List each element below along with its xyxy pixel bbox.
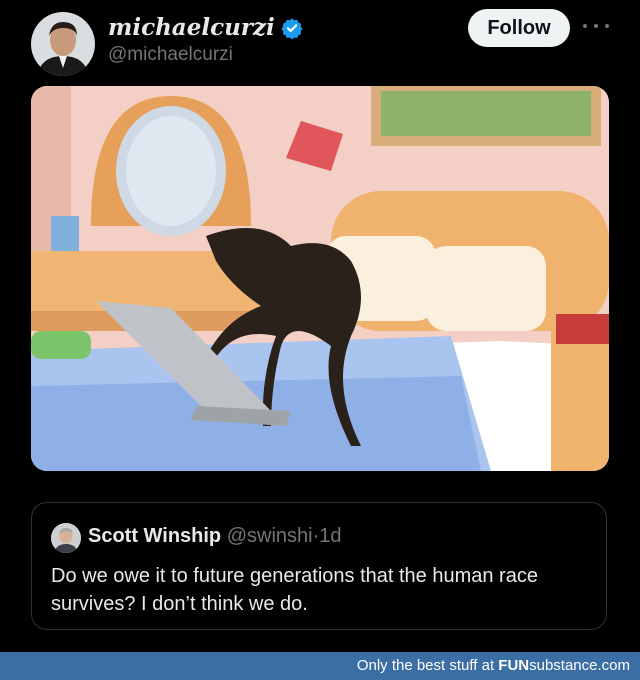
watermark-brand-rest: substance.com [529, 657, 630, 674]
author-display-name[interactable]: michaelcurzi [108, 14, 303, 41]
watermark-prefix: Only the best stuff at [356, 657, 499, 674]
watermark-text: Only the best stuff at FUNsubstance.com [357, 657, 630, 674]
quoted-timestamp[interactable]: 1d [319, 525, 341, 547]
watermark-brand-bold: FUN [498, 657, 530, 674]
quoted-author-name[interactable]: Scott Winship [88, 525, 221, 547]
watermark-bar: Only the best stuff at FUNsubstance.com [0, 652, 640, 680]
quoted-text: Do we owe it to future generations that … [51, 565, 538, 615]
post-image[interactable] [31, 86, 609, 471]
quoted-header: Scott Winship @swinshi·1d [88, 525, 342, 548]
quoted-author-avatar[interactable] [51, 523, 81, 553]
follow-button[interactable]: Follow [468, 9, 570, 47]
quoted-tweet[interactable]: Scott Winship @swinshi·1d Do we owe it t… [31, 502, 607, 630]
author-handle[interactable]: @michaelcurzi [108, 44, 233, 66]
author-name-text[interactable]: michaelcurzi [108, 14, 275, 41]
quoted-author-handle[interactable]: @swinshi [227, 525, 313, 547]
more-options-icon[interactable] [583, 16, 609, 36]
author-avatar[interactable] [31, 12, 95, 76]
verified-badge-icon [281, 17, 303, 39]
